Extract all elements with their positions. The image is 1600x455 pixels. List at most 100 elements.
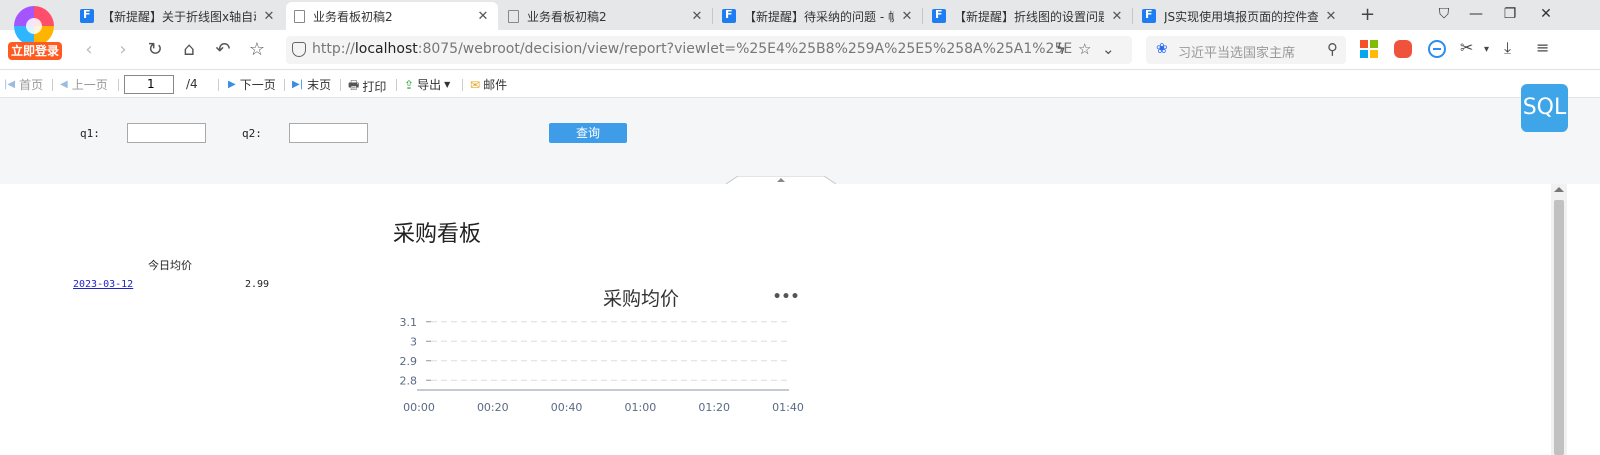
download-icon[interactable]: ⤓ bbox=[1504, 38, 1511, 58]
finereport-icon bbox=[722, 8, 736, 23]
report-toolbar: |◀ 首页 ◀ 上一页 1 /4 ▶ 下一页 ▶| 末页 🖶 打印 ⇪ 导出 ▼ ✉ 邮件 bbox=[0, 71, 1600, 98]
home-icon[interactable]: ⌂ bbox=[178, 39, 200, 60]
next-page-icon: ▶ bbox=[228, 79, 236, 90]
y-tick-label: 3 bbox=[410, 335, 417, 348]
price-value: 2.99 bbox=[245, 279, 270, 290]
scissors-icon[interactable]: ✂ bbox=[1460, 38, 1473, 57]
first-page-button[interactable]: |◀ 首页 bbox=[4, 76, 43, 93]
date-link[interactable]: 2023-03-12 bbox=[73, 279, 133, 290]
tab-label: 【新提醒】待采纳的问题 - 帆 bbox=[744, 9, 894, 24]
report-title: 采购看板 bbox=[393, 222, 482, 247]
back-icon[interactable]: ‹ bbox=[78, 39, 100, 60]
last-page-label: 末页 bbox=[307, 78, 332, 92]
printer-icon: 🖶 bbox=[348, 78, 360, 92]
tab-0[interactable]: 【新提醒】关于折线图x轴自动 ✕ bbox=[72, 2, 284, 30]
mail-label: 邮件 bbox=[483, 78, 508, 92]
chevron-down-icon: ▼ bbox=[444, 80, 451, 89]
sql-badge[interactable]: SQL bbox=[1521, 84, 1568, 132]
tab-divider bbox=[922, 8, 923, 24]
browser-logo-icon bbox=[14, 6, 54, 46]
document-icon bbox=[508, 9, 519, 23]
print-button[interactable]: 🖶 打印 bbox=[348, 76, 386, 97]
chart-menu-icon[interactable]: ••• bbox=[773, 289, 800, 305]
q1-input[interactable] bbox=[127, 123, 206, 143]
close-window-icon[interactable]: ✕ bbox=[1536, 6, 1556, 22]
game-icon[interactable] bbox=[1394, 40, 1412, 58]
toolbar-divider bbox=[118, 79, 119, 91]
y-tick-label: 2.9 bbox=[400, 355, 418, 368]
first-page-icon: |◀ bbox=[4, 79, 16, 90]
parameter-pane: q1: q2: 查询 bbox=[0, 98, 1600, 184]
tab-strip: 【新提醒】关于折线图x轴自动 ✕ 业务看板初稿2 ✕ 业务看板初稿2 ✕ 【新提… bbox=[0, 0, 1600, 30]
restore-icon[interactable]: ❐ bbox=[1500, 6, 1520, 22]
baidu-paw-icon: ❀ bbox=[1156, 41, 1168, 57]
next-page-button[interactable]: ▶ 下一页 bbox=[228, 76, 276, 93]
bookmark-star-icon[interactable]: ☆ bbox=[1078, 40, 1091, 58]
export-label: 导出 bbox=[417, 78, 442, 92]
last-page-button[interactable]: ▶| 末页 bbox=[292, 76, 331, 93]
search-icon[interactable]: ⚲ bbox=[1327, 40, 1338, 58]
close-icon[interactable]: ✕ bbox=[690, 9, 704, 24]
close-icon[interactable]: ✕ bbox=[1324, 9, 1338, 24]
close-icon[interactable]: ✕ bbox=[900, 9, 914, 24]
close-icon[interactable]: ✕ bbox=[1110, 9, 1124, 24]
lightning-icon[interactable]: ϟ bbox=[1056, 40, 1066, 58]
export-icon: ⇪ bbox=[404, 77, 415, 92]
skin-icon[interactable]: ⛉ bbox=[1434, 6, 1454, 22]
tab-2[interactable]: 业务看板初稿2 ✕ bbox=[500, 2, 712, 30]
q2-input[interactable] bbox=[289, 123, 368, 143]
tab-3[interactable]: 【新提醒】待采纳的问题 - 帆 ✕ bbox=[714, 2, 922, 30]
toolbar-divider bbox=[340, 79, 341, 91]
tab-divider bbox=[1132, 8, 1133, 24]
scrollbar-thumb[interactable] bbox=[1554, 200, 1564, 455]
minimize-icon[interactable]: — bbox=[1466, 6, 1486, 22]
menu-icon[interactable]: ≡ bbox=[1536, 38, 1549, 57]
x-tick-label: 00:00 bbox=[403, 401, 435, 414]
forward-icon[interactable]: › bbox=[112, 39, 134, 60]
chart-title: 采购均价 bbox=[603, 288, 679, 310]
document-icon bbox=[294, 9, 305, 23]
reload-icon[interactable]: ↻ bbox=[144, 39, 166, 60]
query-button[interactable]: 查询 bbox=[549, 123, 627, 143]
q1-label: q1: bbox=[80, 127, 100, 140]
prev-page-label: 上一页 bbox=[71, 78, 108, 92]
purchase-average-chart: 采购均价 ••• 3.1 3 2.9 2.8 00:00 00:20 00:40 01:00… bbox=[388, 282, 818, 422]
close-icon[interactable]: ✕ bbox=[476, 9, 490, 24]
scroll-up-icon[interactable] bbox=[1554, 187, 1564, 192]
close-icon[interactable]: ✕ bbox=[262, 9, 276, 24]
prev-page-button[interactable]: ◀ 上一页 bbox=[60, 76, 108, 93]
column-header: 今日均价 bbox=[148, 259, 192, 272]
prev-page-icon: ◀ bbox=[60, 79, 68, 90]
undo-close-icon[interactable]: ↶ bbox=[212, 39, 234, 60]
favorite-star-icon[interactable]: ☆ bbox=[246, 39, 268, 60]
first-page-label: 首页 bbox=[19, 78, 44, 92]
x-tick-label: 00:40 bbox=[551, 401, 583, 414]
collapse-pane-toggle[interactable] bbox=[726, 176, 836, 184]
windows-app-icon[interactable] bbox=[1360, 40, 1378, 58]
chevron-down-icon[interactable]: ▾ bbox=[1484, 44, 1489, 55]
new-tab-icon[interactable]: + bbox=[1360, 4, 1375, 25]
tab-label: 【新提醒】折线图的设置问题 bbox=[954, 9, 1104, 24]
mail-button[interactable]: ✉ 邮件 bbox=[470, 76, 507, 93]
tab-5[interactable]: JS实现使用填报页面的控件查 ✕ bbox=[1134, 2, 1346, 30]
x-tick-label: 00:20 bbox=[477, 401, 509, 414]
tab-4[interactable]: 【新提醒】折线图的设置问题 ✕ bbox=[924, 2, 1132, 30]
toolbar-divider bbox=[462, 79, 463, 91]
url-field[interactable]: http://localhost:8075/webroot/decision/v… bbox=[286, 36, 1132, 64]
browser-logo[interactable]: 立即登录 bbox=[8, 6, 62, 62]
login-button[interactable]: 立即登录 bbox=[8, 42, 62, 60]
toolbar-divider bbox=[218, 79, 219, 91]
tab-1-active[interactable]: 业务看板初稿2 ✕ bbox=[286, 2, 498, 30]
last-page-icon: ▶| bbox=[292, 79, 304, 90]
url-text: http://localhost:8075/webroot/decision/v… bbox=[312, 41, 1072, 57]
vertical-scrollbar[interactable] bbox=[1551, 184, 1567, 455]
y-tick-label: 2.8 bbox=[400, 374, 418, 387]
search-input[interactable]: ❀ 习近平当选国家主席 ⚲ bbox=[1146, 36, 1346, 64]
adblock-icon[interactable] bbox=[1428, 40, 1446, 58]
page-number-input[interactable]: 1 bbox=[124, 75, 174, 94]
address-bar: ‹ › ↻ ⌂ ↶ ☆ http://localhost:8075/webroo… bbox=[0, 30, 1600, 70]
tab-label: 【新提醒】关于折线图x轴自动 bbox=[102, 9, 256, 24]
search-placeholder: 习近平当选国家主席 bbox=[1178, 46, 1296, 61]
export-button[interactable]: ⇪ 导出 ▼ bbox=[404, 76, 450, 93]
chevron-down-icon[interactable]: ⌄ bbox=[1102, 40, 1115, 58]
